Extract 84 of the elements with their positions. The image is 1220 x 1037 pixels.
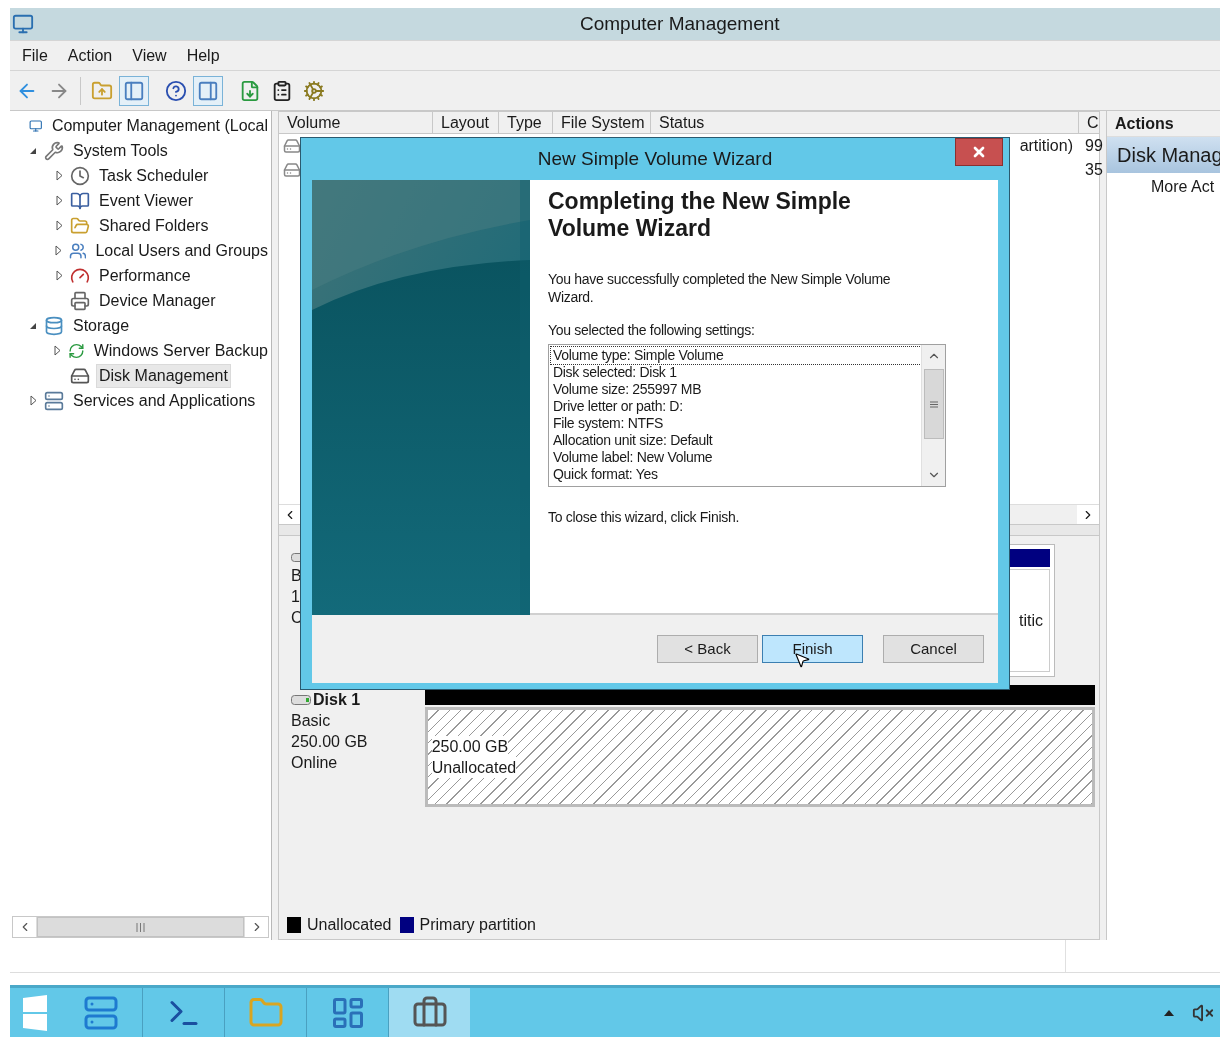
- column-header[interactable]: Status: [651, 112, 1079, 133]
- disk-label: Basic: [291, 711, 331, 731]
- legend-label: Primary partition: [419, 915, 536, 935]
- settings-line: Volume label: New Volume: [552, 449, 714, 466]
- legend-label: Unallocated: [307, 915, 392, 935]
- disk-label: Online: [291, 753, 338, 773]
- column-header[interactable]: Volume: [279, 112, 433, 133]
- close-button[interactable]: [955, 138, 1003, 166]
- intro-text: You have successfully completed the New Simple Volume Wizard.: [548, 270, 892, 306]
- tree-item[interactable]: Local Users and Groups: [92, 238, 271, 263]
- server-icon: [83, 994, 119, 1031]
- app-icon: [12, 13, 34, 35]
- menu-item[interactable]: File: [22, 43, 48, 68]
- shared-folder-icon: [70, 215, 90, 236]
- settings-line: Allocation unit size: Default: [552, 432, 714, 449]
- column-header[interactable]: Layout: [433, 112, 499, 133]
- wizard-button[interactable]: Cancel: [883, 635, 984, 663]
- expanded-arrow-icon[interactable]: [29, 146, 37, 155]
- window-title: Computer Management: [580, 11, 780, 36]
- clock-icon: [70, 165, 90, 186]
- partition-label: Unallocated: [431, 757, 517, 778]
- tree-item[interactable]: Disk Management: [96, 363, 231, 388]
- tree-item[interactable]: Storage: [70, 313, 133, 338]
- grip-icon: [929, 400, 938, 408]
- wizard-heading: Completing the New Simple Volume Wizard: [548, 188, 852, 242]
- column-header[interactable]: Type: [499, 112, 553, 133]
- panel-left-icon[interactable]: [119, 75, 149, 106]
- tools-icon: [44, 140, 64, 161]
- collapsed-arrow-icon[interactable]: [55, 220, 63, 231]
- settings-line: Volume type: Simple Volume: [551, 347, 921, 364]
- services-icon: [44, 390, 64, 411]
- expanded-arrow-icon[interactable]: [29, 321, 37, 330]
- table-cell-text: 35: [1084, 160, 1103, 180]
- log-book-icon: [70, 190, 90, 211]
- tree-item[interactable]: Services and Applications: [70, 388, 259, 413]
- show-hidden-icons-icon[interactable]: [1164, 1009, 1174, 1016]
- tree-item[interactable]: System Tools: [70, 138, 171, 163]
- settings-line: Disk selected: Disk 1: [552, 364, 678, 381]
- menu-item[interactable]: Action: [67, 43, 113, 68]
- settings-line: Quick format: Yes: [552, 466, 659, 483]
- table-cell-text: 99: [1084, 136, 1103, 156]
- actions-header: Actions: [1107, 111, 1220, 137]
- column-header[interactable]: File System: [553, 112, 651, 133]
- menu-item[interactable]: View: [132, 43, 167, 68]
- storage-icon: [44, 315, 64, 336]
- closing-text: To close this wizard, click Finish.: [548, 509, 739, 526]
- collapsed-arrow-icon[interactable]: [54, 345, 62, 356]
- grip-icon: [136, 922, 145, 932]
- settings-list[interactable]: Volume type: Simple Volume Disk selected: Disk 1 Volume size: 255997 MB Drive letter or path: D: File system: NTFS Allocation unit size: Default Volume label: New Volume Quick format: Yes: [548, 344, 946, 487]
- unallocated-partition[interactable]: 250.00 GB Unallocated: [424, 707, 1095, 807]
- table-cell-text: artition): [1019, 136, 1073, 156]
- collapsed-arrow-icon[interactable]: [55, 195, 63, 206]
- tree-item[interactable]: Device Manager: [96, 288, 219, 313]
- scroll-thumb[interactable]: [37, 917, 244, 937]
- menu-item[interactable]: Help: [186, 43, 220, 68]
- tree-item[interactable]: Windows Server Backup: [90, 338, 271, 363]
- tree-item[interactable]: Computer Management (Local: [48, 113, 271, 138]
- dialog-title: New Simple Volume Wizard: [537, 146, 773, 171]
- tree-item[interactable]: Performance: [96, 263, 194, 288]
- collapsed-arrow-icon[interactable]: [55, 170, 63, 181]
- column-header[interactable]: C: [1079, 112, 1099, 133]
- disk-label: 250.00 GB: [291, 732, 368, 752]
- collapsed-arrow-icon[interactable]: [29, 395, 37, 406]
- partition-size: 250.00 GB: [431, 736, 509, 757]
- action-link[interactable]: More Act: [1107, 175, 1220, 199]
- collapsed-arrow-icon[interactable]: [54, 245, 62, 256]
- tree-item[interactable]: Shared Folders: [96, 213, 212, 238]
- settings-line: File system: NTFS: [552, 415, 665, 432]
- wizard-button[interactable]: < Back: [657, 635, 758, 663]
- close-icon[interactable]: [971, 144, 987, 160]
- tree-item[interactable]: Task Scheduler: [96, 163, 212, 188]
- disk-name: Disk 1: [313, 690, 361, 710]
- scrollbar[interactable]: [921, 345, 945, 486]
- collapsed-arrow-icon[interactable]: [55, 270, 63, 281]
- scroll-thumb[interactable]: [923, 369, 944, 439]
- panel-right-icon[interactable]: [193, 75, 223, 106]
- settings-line: Drive letter or path: D:: [552, 398, 684, 415]
- settings-line: Volume size: 255997 MB: [552, 381, 703, 398]
- tree-item[interactable]: Event Viewer: [96, 188, 196, 213]
- disk-label: 1: [291, 587, 300, 607]
- horizontal-scrollbar[interactable]: [12, 916, 269, 938]
- settings-label: You selected the following settings:: [548, 321, 756, 340]
- partition-label: titic: [1019, 610, 1043, 631]
- taskbar-button[interactable]: [388, 988, 470, 1037]
